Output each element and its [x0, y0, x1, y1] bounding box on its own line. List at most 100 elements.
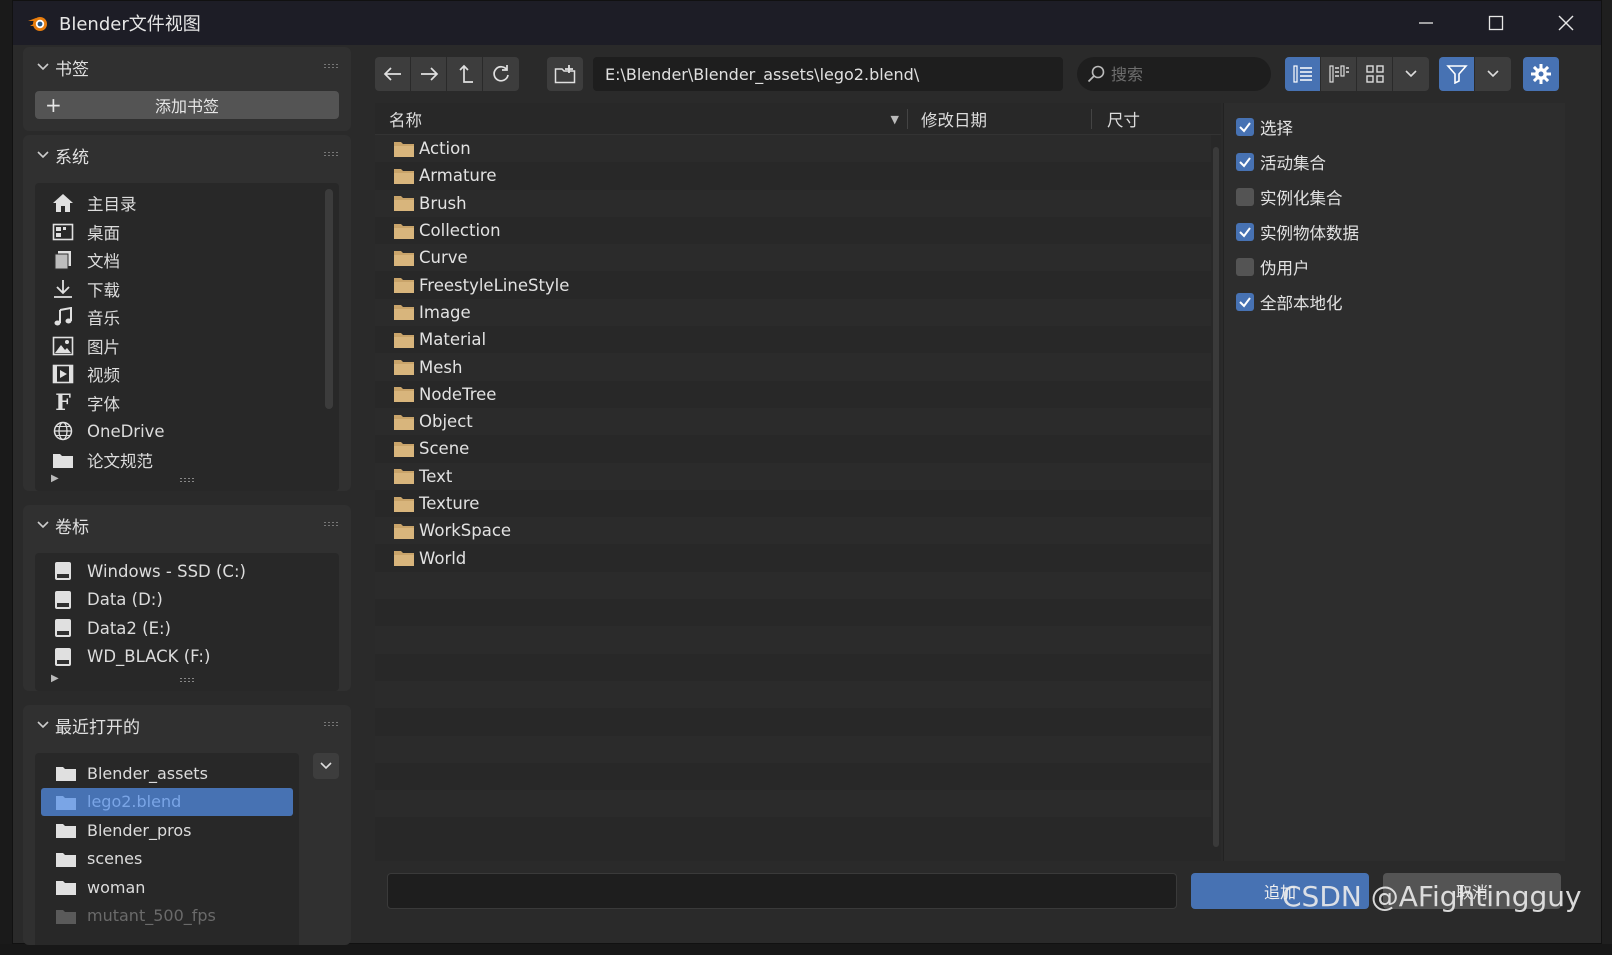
- minimize-button[interactable]: [1391, 1, 1461, 45]
- system-item-desktop[interactable]: 桌面: [35, 218, 339, 247]
- recent-item[interactable]: Blender_assets: [35, 759, 299, 788]
- recent-header[interactable]: 最近打开的: [23, 705, 351, 745]
- file-row[interactable]: Scene: [375, 435, 1211, 463]
- forward-button[interactable]: [411, 57, 447, 91]
- folder-icon: [393, 549, 415, 567]
- option-checkbox-row[interactable]: 选择: [1236, 115, 1293, 139]
- file-row[interactable]: Action: [375, 135, 1211, 163]
- file-row-label: Text: [419, 466, 453, 486]
- filter-toggle-button[interactable]: [1439, 57, 1475, 91]
- system-item-music[interactable]: 音乐: [35, 303, 339, 332]
- checkbox-checked[interactable]: [1236, 223, 1254, 241]
- folder-icon: [393, 440, 415, 458]
- option-checkbox-row[interactable]: 实例物体数据: [1236, 220, 1359, 244]
- system-header[interactable]: 系统: [23, 135, 351, 175]
- option-checkbox-row[interactable]: 全部本地化: [1236, 290, 1343, 314]
- file-row[interactable]: Curve: [375, 244, 1211, 272]
- list-view-icon: [1292, 65, 1312, 83]
- system-item-downloads[interactable]: 下载: [35, 275, 339, 304]
- bookmarks-title: 书签: [55, 59, 89, 80]
- filename-input[interactable]: [387, 873, 1177, 909]
- checkbox-checked[interactable]: [1236, 293, 1254, 311]
- settings-button[interactable]: [1523, 57, 1559, 91]
- volume-item-e[interactable]: Data2 (E:): [35, 614, 339, 643]
- recent-item[interactable]: Blender_pros: [35, 816, 299, 845]
- display-settings-dropdown[interactable]: [1393, 57, 1429, 91]
- refresh-button[interactable]: [483, 57, 519, 91]
- file-row[interactable]: Text: [375, 462, 1211, 490]
- checkbox-unchecked[interactable]: [1236, 258, 1254, 276]
- add-bookmark-button[interactable]: + 添加书签: [35, 91, 339, 119]
- drag-grip-icon[interactable]: [323, 721, 339, 727]
- recent-item-selected[interactable]: lego2.blend: [41, 787, 293, 816]
- thumbnails-button[interactable]: [1357, 57, 1393, 91]
- file-row[interactable]: Brush: [375, 189, 1211, 217]
- search-field[interactable]: [1077, 57, 1271, 91]
- expand-triangle-icon[interactable]: ▶: [51, 473, 59, 484]
- system-item-thesis[interactable]: 论文规范: [35, 446, 339, 475]
- file-row[interactable]: Collection: [375, 216, 1211, 245]
- checkmark-icon: [1239, 227, 1251, 238]
- system-item-onedrive[interactable]: OneDrive: [35, 417, 339, 446]
- close-button[interactable]: [1531, 1, 1601, 45]
- file-row[interactable]: Material: [375, 326, 1211, 354]
- back-button[interactable]: [375, 57, 411, 91]
- vertical-list-button[interactable]: [1285, 57, 1321, 91]
- system-item-pictures[interactable]: 图片: [35, 332, 339, 361]
- folder-icon: [393, 413, 415, 431]
- resize-grip-icon[interactable]: [179, 677, 195, 683]
- drag-grip-icon[interactable]: [323, 151, 339, 157]
- chevron-down-icon: [35, 59, 51, 75]
- filter-group: [1439, 57, 1511, 91]
- column-date-header[interactable]: 修改日期: [921, 103, 987, 135]
- directory-path-field[interactable]: E:\Blender\Blender_assets\lego2.blend\: [593, 57, 1063, 91]
- recent-item-label: scenes: [87, 849, 143, 869]
- drag-grip-icon[interactable]: [323, 521, 339, 527]
- file-row[interactable]: World: [375, 544, 1211, 572]
- recent-item[interactable]: scenes: [35, 845, 299, 874]
- checkbox-unchecked[interactable]: [1236, 188, 1254, 206]
- recent-item[interactable]: woman: [35, 873, 299, 902]
- volume-item-c[interactable]: Windows - SSD (C:): [35, 557, 339, 586]
- resize-grip-icon[interactable]: [179, 477, 195, 483]
- file-row[interactable]: Object: [375, 407, 1211, 436]
- system-scrollbar[interactable]: [325, 189, 333, 409]
- expand-triangle-icon[interactable]: ▶: [51, 673, 59, 684]
- option-checkbox-row[interactable]: 活动集合: [1236, 150, 1326, 174]
- file-row[interactable]: Mesh: [375, 353, 1211, 381]
- column-size-header[interactable]: 尺寸: [1107, 103, 1140, 135]
- filter-dropdown[interactable]: [1475, 57, 1511, 91]
- option-checkbox-row[interactable]: 伪用户: [1236, 255, 1310, 279]
- documents-icon: [51, 248, 75, 272]
- file-row[interactable]: NodeTree: [375, 380, 1211, 408]
- checkbox-checked[interactable]: [1236, 153, 1254, 171]
- file-row[interactable]: Texture: [375, 489, 1211, 518]
- recent-menu-button[interactable]: [313, 753, 339, 779]
- add-bookmark-label: 添加书签: [154, 97, 219, 116]
- volume-item-d[interactable]: Data (D:): [35, 586, 339, 615]
- column-name-header[interactable]: 名称 ▼: [389, 103, 899, 135]
- volume-item-f[interactable]: WD_BLACK (F:): [35, 643, 339, 672]
- file-list-scrollbar[interactable]: [1213, 147, 1219, 847]
- system-item-fonts[interactable]: F 字体: [35, 389, 339, 418]
- system-item-documents[interactable]: 文档: [35, 246, 339, 275]
- volume-item-label: Windows - SSD (C:): [87, 561, 246, 581]
- volumes-header[interactable]: 卷标: [23, 505, 351, 545]
- system-item-videos[interactable]: 视频: [35, 360, 339, 389]
- bookmarks-header[interactable]: 书签: [23, 47, 351, 87]
- horizontal-list-button[interactable]: [1321, 57, 1357, 91]
- option-checkbox-row[interactable]: 实例化集合: [1236, 185, 1343, 209]
- file-row[interactable]: Armature: [375, 162, 1211, 190]
- file-row[interactable]: WorkSpace: [375, 517, 1211, 545]
- recent-item[interactable]: mutant_500_fps: [35, 902, 299, 931]
- new-folder-button[interactable]: [547, 57, 583, 91]
- system-item-home[interactable]: 主目录: [35, 189, 339, 218]
- parent-directory-button[interactable]: [447, 57, 483, 91]
- file-row[interactable]: Image: [375, 298, 1211, 327]
- search-input[interactable]: [1111, 64, 1261, 84]
- drag-grip-icon[interactable]: [323, 63, 339, 69]
- file-row[interactable]: FreestyleLineStyle: [375, 271, 1211, 299]
- chevron-down-icon: [1405, 70, 1417, 78]
- maximize-button[interactable]: [1461, 1, 1531, 45]
- checkbox-checked[interactable]: [1236, 118, 1254, 136]
